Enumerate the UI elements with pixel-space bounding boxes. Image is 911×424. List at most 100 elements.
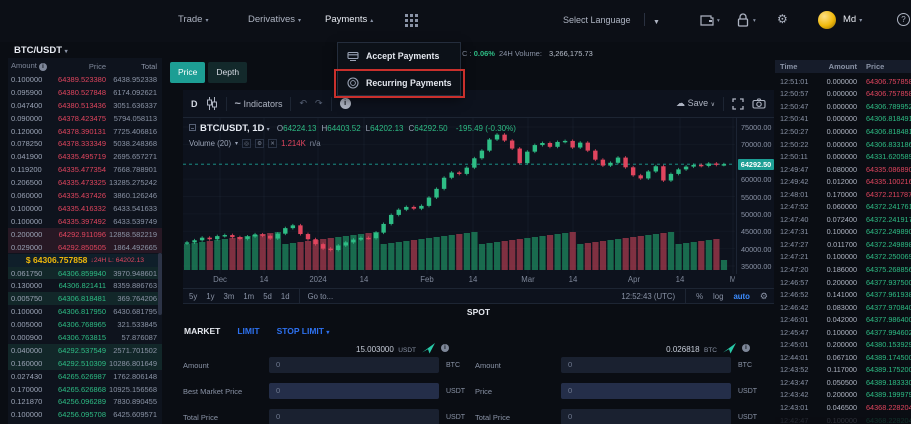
trade-row[interactable]: 12:46:57 0.200000 64377.937500: [775, 276, 911, 289]
order-book-row[interactable]: 0.060000 64335.437426 3860.126246: [8, 189, 162, 202]
indicators-button[interactable]: ~ Indicators: [235, 98, 283, 110]
range-button-5d[interactable]: 5d: [263, 292, 272, 301]
trade-row[interactable]: 12:46:42 0.083000 64377.970840: [775, 301, 911, 314]
menu-item-recurring-payments[interactable]: Recurring Payments: [338, 69, 460, 95]
goto-button[interactable]: Go to...: [308, 292, 334, 301]
trade-row[interactable]: 12:47:20 0.186000 64375.268856: [775, 263, 911, 276]
order-book-row[interactable]: 0.200000 64292.911096 12858.582219: [8, 228, 162, 241]
fullscreen-icon[interactable]: [732, 98, 744, 110]
last-price-row[interactable]: $ 64306.757858 ↓24H L: 64202.13: [8, 254, 162, 267]
range-button-1d[interactable]: 1d: [281, 292, 290, 301]
tab-depth[interactable]: Depth: [208, 62, 247, 83]
settings-gear-icon[interactable]: ⚙: [255, 139, 264, 148]
field-input[interactable]: 0: [269, 409, 439, 424]
info-icon[interactable]: i: [742, 344, 750, 352]
chevron-down-icon[interactable]: ▾: [235, 140, 238, 147]
help-icon[interactable]: ?: [897, 13, 910, 26]
order-book-row[interactable]: 0.005000 64306.768965 321.533845: [8, 318, 162, 331]
language-selector[interactable]: Select Language: [563, 15, 631, 25]
tab-market[interactable]: MARKET: [184, 326, 220, 336]
info-icon[interactable]: i: [340, 98, 351, 109]
order-book-row[interactable]: 0.119200 64335.477354 7668.788901: [8, 163, 162, 176]
trade-row[interactable]: 12:50:57 0.000000 64306.757858: [775, 88, 911, 101]
chevron-down-icon[interactable]: ▾: [267, 127, 270, 133]
send-cursor-icon[interactable]: [422, 343, 435, 354]
order-book-row[interactable]: 0.095900 64380.527848 6174.092621: [8, 86, 162, 99]
close-icon[interactable]: ✕: [268, 139, 277, 148]
range-button-5y[interactable]: 5y: [189, 292, 197, 301]
field-input[interactable]: 0: [269, 383, 439, 399]
chart-clock[interactable]: 12:52:43 (UTC): [621, 292, 675, 301]
order-book-row[interactable]: 0.100000 64389.523380 6438.952338: [8, 73, 162, 86]
field-input[interactable]: 0: [561, 409, 731, 424]
field-input[interactable]: 0: [269, 357, 439, 373]
trade-row[interactable]: 12:50:47 0.000000 64306.789952: [775, 100, 911, 113]
eye-icon[interactable]: ◎: [242, 139, 251, 148]
trade-row[interactable]: 12:45:47 0.100000 64377.994602: [775, 326, 911, 339]
scale-percent-button[interactable]: %: [696, 292, 703, 301]
trade-row[interactable]: 12:47:21 0.100000 64372.250069: [775, 251, 911, 264]
range-button-1y[interactable]: 1y: [206, 292, 214, 301]
scrollbar[interactable]: [158, 253, 162, 315]
trade-row[interactable]: 12:44:01 0.067100 64389.174500: [775, 351, 911, 364]
order-book-row[interactable]: 0.090000 64378.423475 5794.058113: [8, 112, 162, 125]
order-book-row[interactable]: 0.005750 64306.818481 369.764206: [8, 292, 162, 305]
scale-auto-button[interactable]: auto: [733, 292, 749, 301]
order-book-row[interactable]: 0.100000 64335.416332 6433.541633: [8, 202, 162, 215]
redo-icon[interactable]: ↷: [315, 98, 323, 109]
field-input[interactable]: 0: [561, 357, 731, 373]
camera-icon[interactable]: [752, 98, 766, 109]
trade-row[interactable]: 12:50:27 0.000000 64306.818481: [775, 125, 911, 138]
undo-icon[interactable]: ↶: [299, 98, 307, 109]
price-axis[interactable]: 75000.0070000.0060000.0055000.0050000.00…: [736, 118, 774, 274]
collapse-icon[interactable]: [189, 124, 196, 131]
order-book-row[interactable]: 0.040000 64292.537549 2571.701502: [8, 344, 162, 357]
trade-row[interactable]: 12:43:42 0.200000 64389.199979: [775, 389, 911, 402]
order-book-row[interactable]: 0.100000 64306.817950 6430.681795: [8, 305, 162, 318]
trade-row[interactable]: 12:49:42 0.012000 64335.100216: [775, 175, 911, 188]
settings-gear-icon[interactable]: ⚙: [777, 12, 788, 26]
order-book-row[interactable]: 0.000900 64306.763815 57.876087: [8, 331, 162, 344]
order-book-row[interactable]: 0.100000 64256.095708 6425.609571: [8, 408, 162, 421]
trade-row[interactable]: 12:46:52 0.141000 64377.961938: [775, 288, 911, 301]
candle-style-icon[interactable]: [206, 97, 218, 110]
order-book-row[interactable]: 0.206500 64335.473325 13285.275242: [8, 176, 162, 189]
order-book-row[interactable]: 0.041900 64335.495719 2695.657271: [8, 150, 162, 163]
time-axis[interactable]: Dec14202414Feb14Mar14Apr14M: [183, 273, 735, 287]
nav-item-trade[interactable]: Trade▾: [178, 14, 208, 25]
order-book-row[interactable]: 0.120000 64378.390131 7725.406816: [8, 125, 162, 138]
trade-row[interactable]: 12:45:01 0.200000 64380.153929: [775, 338, 911, 351]
trade-row[interactable]: 12:49:47 0.080000 64335.086890: [775, 163, 911, 176]
user-menu[interactable]: Md▾: [843, 14, 862, 25]
order-book-row[interactable]: 0.160000 64292.510309 10286.801649: [8, 357, 162, 370]
save-button[interactable]: ☁ Save ∨: [676, 98, 715, 109]
language-caret-icon[interactable]: ▼: [653, 16, 660, 30]
apps-grid-icon[interactable]: [405, 14, 418, 27]
menu-item-accept-payments[interactable]: Accept Payments: [338, 43, 460, 69]
range-button-1m[interactable]: 1m: [243, 292, 254, 301]
order-book-row[interactable]: 0.170000 64265.626868 10925.156568: [8, 383, 162, 396]
trade-row[interactable]: 12:51:01 0.000000 64306.757858: [775, 75, 911, 88]
trade-row[interactable]: 12:47:40 0.072400 64372.241917: [775, 213, 911, 226]
nav-item-payments[interactable]: Payments▴: [325, 14, 373, 25]
trade-row[interactable]: 12:48:01 0.170000 64372.211787: [775, 188, 911, 201]
trade-row[interactable]: 12:47:52 0.060000 64372.241761: [775, 200, 911, 213]
scale-log-button[interactable]: log: [713, 292, 723, 301]
trade-row[interactable]: 12:43:01 0.046500 64368.228204: [775, 401, 911, 414]
nav-item-derivatives[interactable]: Derivatives▾: [248, 14, 301, 25]
tab-price[interactable]: Price: [170, 62, 205, 83]
order-book-row[interactable]: 0.100000 64335.397492 6433.539749: [8, 215, 162, 228]
tab-stop-limit[interactable]: STOP LIMIT ▾: [277, 326, 330, 336]
order-book-row[interactable]: 0.047400 64380.513436 3051.636337: [8, 99, 162, 112]
trade-row[interactable]: 12:43:47 0.050500 64389.183330: [775, 376, 911, 389]
order-book-row[interactable]: 0.130000 64306.821411 8359.886763: [8, 279, 162, 292]
order-book-row[interactable]: 0.121870 64256.096289 7830.890455: [8, 396, 162, 409]
trade-row[interactable]: 12:50:22 0.000000 64306.833186: [775, 138, 911, 151]
user-avatar[interactable]: [818, 11, 836, 29]
trade-row[interactable]: 12:50:11 0.000000 64331.620589: [775, 150, 911, 163]
interval-button[interactable]: D: [191, 99, 198, 109]
tab-limit[interactable]: LIMIT: [237, 326, 259, 336]
trade-row[interactable]: 12:43:52 0.117000 64389.175200: [775, 364, 911, 377]
order-book-row[interactable]: 0.027430 64265.626987 1762.806148: [8, 370, 162, 383]
info-icon[interactable]: i: [39, 63, 47, 71]
